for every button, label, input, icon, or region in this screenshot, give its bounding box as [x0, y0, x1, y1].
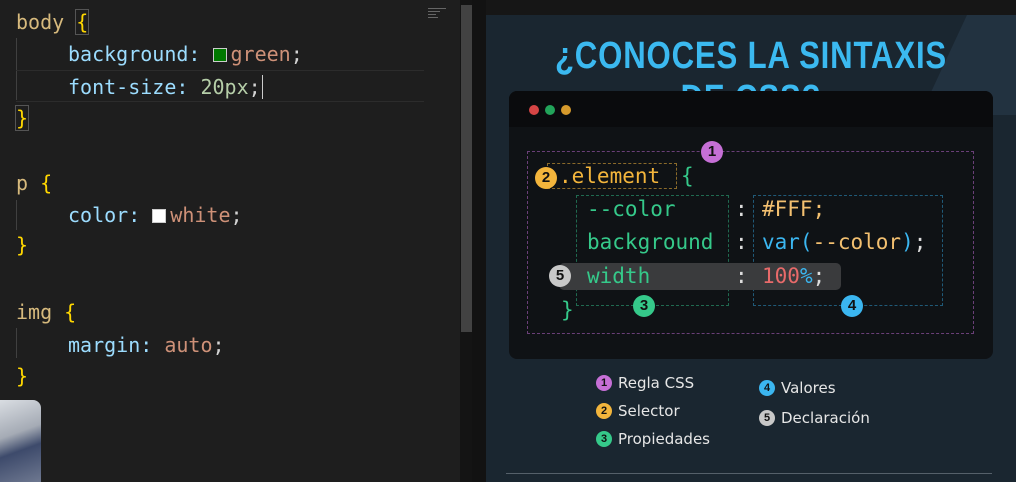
- badge-4: 4: [841, 295, 863, 317]
- color-swatch-white[interactable]: [152, 209, 167, 223]
- indent-guide: [16, 38, 17, 100]
- code-line[interactable]: }: [16, 230, 28, 260]
- semicolon: ;: [248, 75, 261, 99]
- value: green: [230, 42, 291, 66]
- code-line[interactable]: }: [14, 103, 30, 133]
- code-property: width: [587, 264, 651, 288]
- semicolon: ;: [290, 42, 303, 66]
- window-titlebar: [509, 91, 993, 127]
- code-line[interactable]: img {: [16, 297, 76, 327]
- code-line[interactable]: p {: [16, 168, 52, 198]
- color-swatch-green[interactable]: [212, 48, 227, 62]
- value: white: [170, 203, 231, 227]
- editor-scrollbar[interactable]: [461, 5, 472, 332]
- badge-1: 1: [701, 141, 723, 163]
- legend-label: Valores: [781, 379, 836, 397]
- indent-guide: [16, 328, 17, 358]
- code-open-brace: {: [681, 164, 694, 188]
- property: margin:: [68, 333, 153, 357]
- brace: {: [64, 300, 77, 324]
- indent-guide: [16, 200, 17, 230]
- legend-item: 3 Propiedades: [596, 430, 710, 448]
- divider: [506, 473, 992, 474]
- code-number: 100: [762, 264, 800, 288]
- selector: p: [16, 171, 29, 195]
- code-line[interactable]: body {: [16, 7, 90, 37]
- code-colon: :: [735, 264, 748, 288]
- brace: {: [40, 171, 53, 195]
- window-dot-red: [529, 105, 539, 115]
- line-highlight: [16, 70, 424, 71]
- semicolon: ;: [212, 333, 225, 357]
- code-selector: .element: [559, 164, 661, 188]
- code-window: .element { --color background width : : …: [509, 91, 993, 359]
- selector: body: [16, 10, 65, 34]
- legend-badge: 3: [596, 431, 612, 447]
- code-colon: :: [735, 197, 748, 221]
- property: font-size:: [68, 75, 189, 99]
- legend-item: 4 Valores: [759, 379, 836, 397]
- preview-tab-bar: [486, 0, 1016, 15]
- badge-5: 5: [549, 265, 571, 287]
- property: background:: [68, 42, 201, 66]
- code-var: --color: [812, 230, 902, 254]
- code-line[interactable]: }: [16, 361, 28, 391]
- code-fn: var(: [762, 230, 813, 254]
- legend-label: Regla CSS: [618, 374, 695, 392]
- code-editor[interactable]: body { background: green; font-size: 20p…: [0, 0, 460, 482]
- legend-item: 1 Regla CSS: [596, 374, 694, 392]
- value: auto: [164, 333, 213, 357]
- code-close-brace: }: [561, 298, 574, 322]
- brace: }: [16, 364, 29, 388]
- code-value: 100%;: [762, 261, 825, 291]
- code-paren: ): [901, 230, 914, 254]
- legend-badge: 2: [596, 403, 612, 419]
- code-line-active[interactable]: font-size: 20px;: [68, 72, 275, 102]
- value: 20px: [200, 75, 249, 99]
- badge-2: 2: [535, 167, 557, 189]
- brace: }: [16, 233, 29, 257]
- code-colon: :: [735, 230, 748, 254]
- code-line[interactable]: color: white;: [68, 200, 243, 230]
- line-highlight: [16, 101, 424, 102]
- code-value: var(--color);: [762, 227, 926, 257]
- legend-label: Selector: [618, 402, 680, 420]
- text-cursor: [261, 75, 275, 99]
- window-dot-green: [545, 105, 555, 115]
- brace: }: [14, 105, 30, 131]
- code-value: #FFF;: [762, 197, 826, 221]
- window-dot-yellow: [561, 105, 571, 115]
- legend-label: Declaración: [781, 409, 870, 427]
- legend-item: 5 Declaración: [759, 409, 870, 427]
- legend-label: Propiedades: [618, 430, 710, 448]
- code-unit: %: [799, 264, 813, 288]
- legend-badge: 4: [759, 380, 775, 396]
- code-semicolon: ;: [812, 264, 826, 288]
- code-property: background: [587, 230, 714, 254]
- code-semicolon: ;: [913, 230, 927, 254]
- css-syntax-infographic: ¿CONOCES LA SINTAXIS DE CSS? .element { …: [486, 15, 1016, 482]
- legend-item: 2 Selector: [596, 402, 680, 420]
- legend-badge: 1: [596, 375, 612, 391]
- code-line[interactable]: margin: auto;: [68, 330, 225, 360]
- webcam-overlay: [0, 400, 41, 482]
- code-line[interactable]: background: green;: [68, 39, 303, 69]
- selector: img: [16, 300, 53, 324]
- legend-badge: 5: [759, 410, 775, 426]
- property: color:: [68, 203, 141, 227]
- semicolon: ;: [230, 203, 243, 227]
- minimap[interactable]: [428, 6, 446, 26]
- badge-3: 3: [633, 295, 655, 317]
- code-property: --color: [587, 197, 676, 221]
- brace: {: [75, 9, 90, 35]
